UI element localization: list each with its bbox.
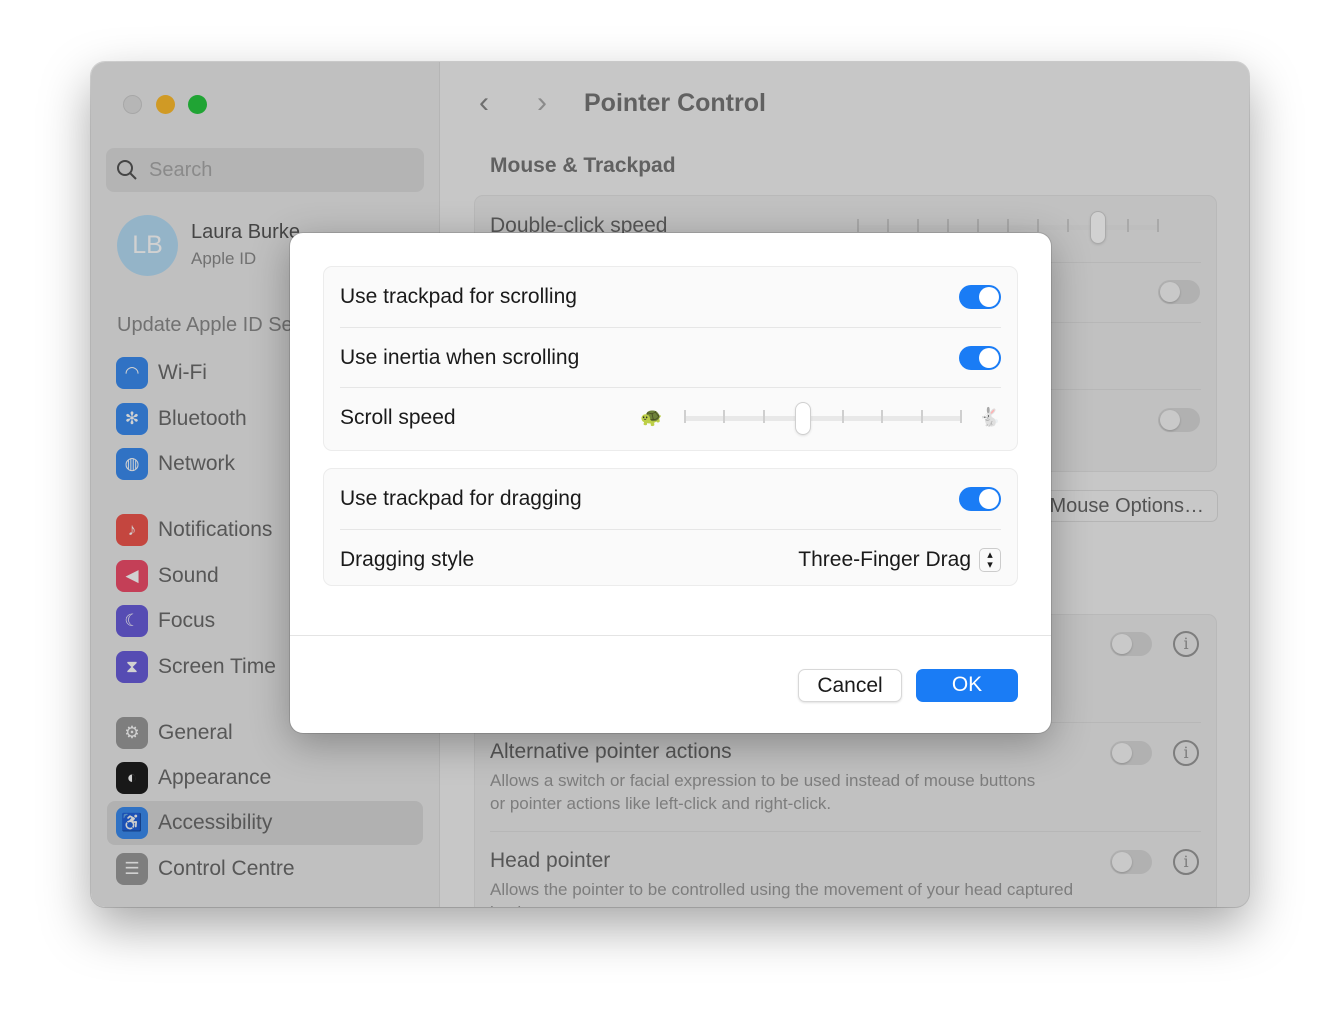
dragging-style-select[interactable]: Three-Finger Drag ▴ ▾ — [798, 547, 1001, 572]
inertia-toggle[interactable] — [959, 345, 1001, 370]
trackpad-scrolling-row: Use trackpad for scrolling — [340, 267, 1001, 327]
slider-tick — [960, 410, 962, 423]
slider-tick — [723, 410, 726, 423]
turtle-icon: 🐢 — [640, 407, 663, 427]
slider-thumb[interactable] — [796, 403, 811, 434]
scroll-speed-slider[interactable] — [684, 403, 962, 434]
slider-tick — [684, 410, 686, 423]
trackpad-dragging-row: Use trackpad for dragging — [340, 469, 1001, 529]
divider — [290, 635, 1051, 636]
dragging-style-row: Dragging style Three-Finger Drag ▴ ▾ — [340, 529, 1001, 589]
label: Use trackpad for dragging — [340, 487, 582, 510]
scrolling-group: Use trackpad for scrolling Use inertia w… — [323, 266, 1018, 451]
scroll-speed-row: Scroll speed 🐢 🐇 — [340, 387, 1001, 447]
label: Use inertia when scrolling — [340, 345, 580, 369]
trackpad-options-dialog: Use trackpad for scrolling Use inertia w… — [290, 233, 1051, 733]
dragging-style-value: Three-Finger Drag — [798, 547, 971, 571]
rabbit-icon: 🐇 — [978, 407, 1001, 427]
cancel-button[interactable]: Cancel — [798, 669, 902, 702]
label: Scroll speed — [340, 405, 456, 429]
label: Use trackpad for scrolling — [340, 285, 577, 308]
slider-tick — [881, 410, 884, 423]
inertia-row: Use inertia when scrolling — [340, 327, 1001, 387]
slider-tick — [762, 410, 765, 423]
label: Dragging style — [340, 547, 475, 571]
trackpad-dragging-toggle[interactable] — [959, 487, 1001, 511]
chevron-up-down-icon: ▴ ▾ — [979, 547, 1001, 572]
slider-tick — [841, 410, 844, 423]
ok-button[interactable]: OK — [916, 669, 1018, 702]
trackpad-scrolling-toggle[interactable] — [959, 285, 1001, 309]
dragging-group: Use trackpad for dragging Dragging style… — [323, 468, 1018, 586]
slider-tick — [920, 410, 923, 423]
